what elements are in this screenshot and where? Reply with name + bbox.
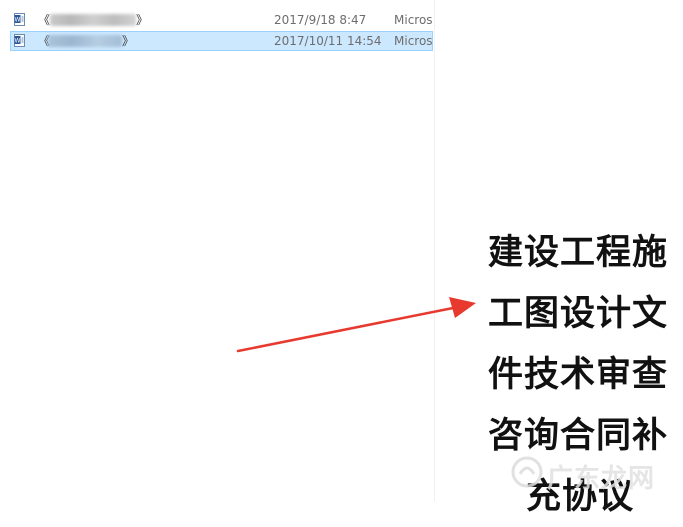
watermark-logo-icon xyxy=(511,456,543,488)
arrow-head-icon xyxy=(449,297,476,318)
caption-line: 件技术审查 xyxy=(488,354,669,395)
watermark-text: 广东龙网 xyxy=(547,464,656,494)
caption-line: 建设工程施 xyxy=(488,232,669,273)
caption-line: 工图设计文 xyxy=(488,293,669,334)
watermark: 广东龙网 xyxy=(507,452,657,494)
arrow-shaft xyxy=(236,305,460,353)
